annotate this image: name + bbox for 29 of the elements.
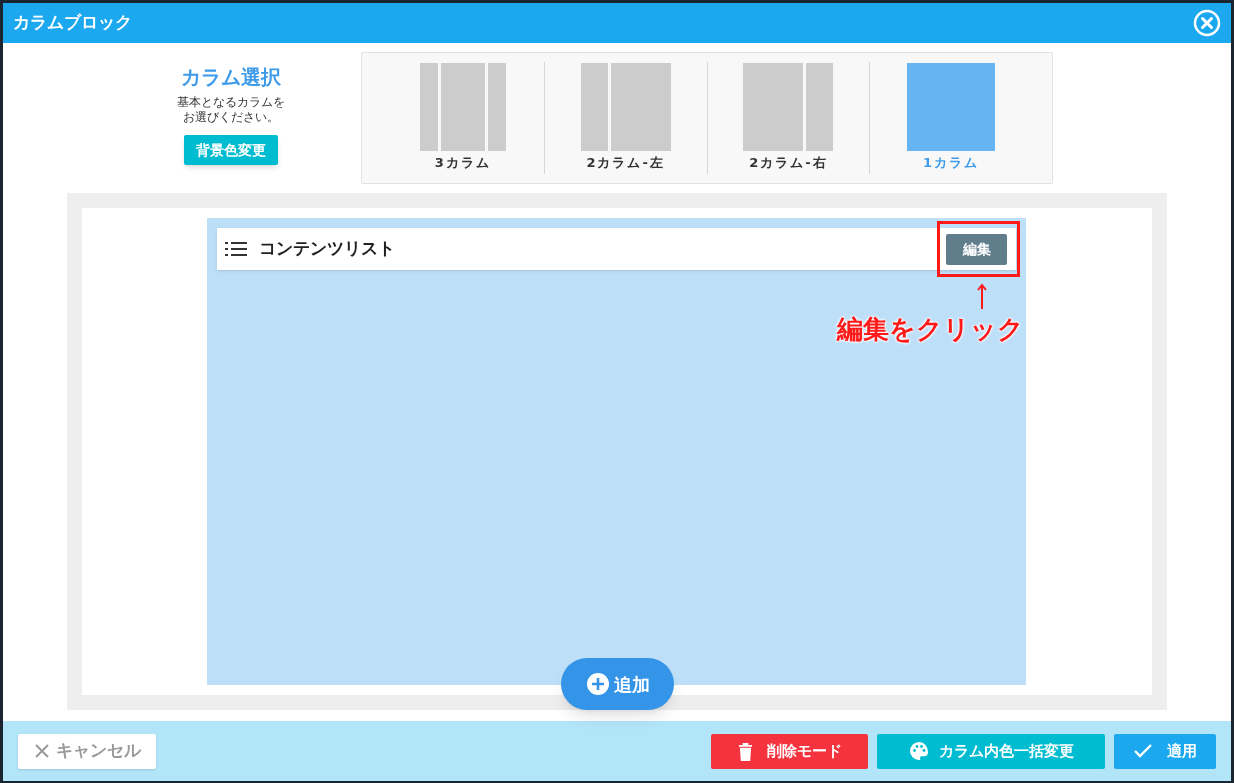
column-layout-option[interactable]: 2カラム-右 <box>707 62 871 174</box>
column-layout-icon <box>907 63 996 152</box>
column-layout-option[interactable]: 2カラム-左 <box>544 62 708 174</box>
column-layout-icon <box>419 63 506 152</box>
cancel-button[interactable]: キャンセル <box>18 733 156 769</box>
section-heading: カラム選択 <box>181 64 281 91</box>
window-title: カラムブロック <box>13 11 132 35</box>
add-button[interactable]: 追加 <box>561 658 674 710</box>
close-icon <box>33 743 50 759</box>
column-layout-option[interactable]: 1カラム <box>870 62 1032 174</box>
content-item-title: コンテンツリスト <box>259 237 396 261</box>
annotation-text: 編集をクリック <box>837 313 1024 346</box>
column-layout-option[interactable]: 3カラム <box>382 62 545 174</box>
close-icon[interactable] <box>1193 9 1221 37</box>
column-layout-icon <box>580 63 671 152</box>
trash-icon <box>737 741 753 761</box>
edit-button[interactable]: 編集 <box>946 233 1007 265</box>
bulk-color-change-button[interactable]: カラム内色一括変更 <box>877 733 1105 769</box>
list-icon <box>225 242 247 256</box>
check-icon <box>1133 743 1153 759</box>
description-text: 基本となるカラムを <box>177 95 285 110</box>
background-color-button[interactable]: 背景色変更 <box>184 135 278 165</box>
column-layout-icon <box>743 63 834 152</box>
description-text: お選びください。 <box>183 110 279 125</box>
plus-circle-icon <box>585 672 610 696</box>
apply-button[interactable]: 適用 <box>1114 733 1216 769</box>
palette-icon <box>908 741 929 761</box>
delete-mode-button[interactable]: 削除モード <box>711 733 868 769</box>
arrow-icon <box>977 283 987 309</box>
